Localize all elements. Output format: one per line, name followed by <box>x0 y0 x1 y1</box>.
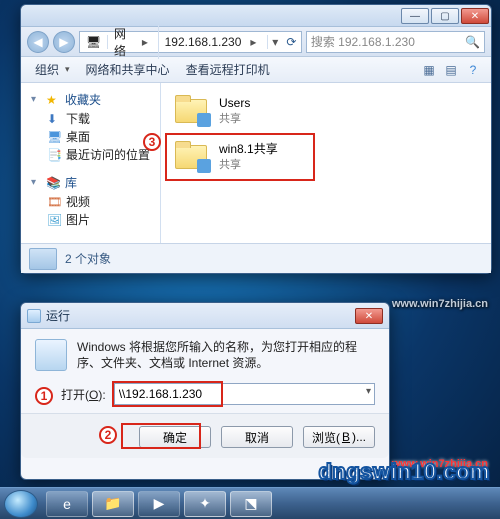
sidebar-videos-label: 视频 <box>66 193 90 210</box>
run-description: Windows 将根据您所输入的名称，为您打开相应的程序、文件夹、文档或 Int… <box>77 339 375 371</box>
sidebar-item-videos[interactable]: 🎞 视频 <box>47 193 156 210</box>
taskbar-explorer[interactable]: 📁 <box>92 491 134 517</box>
sidebar-libraries-label: 库 <box>65 174 77 191</box>
star-icon: ★ <box>46 93 60 107</box>
library-icon: 📚 <box>46 176 60 190</box>
annotation-box-2 <box>121 423 201 449</box>
sidebar-downloads-label: 下载 <box>66 110 90 127</box>
address-bar[interactable]: 🖥 网络 ▸ 192.168.1.230 ▸ ▾ ⟳ <box>79 31 302 53</box>
taskbar-app[interactable]: ⬔ <box>230 491 272 517</box>
minimize-button[interactable]: — <box>401 8 429 24</box>
folder-win81-share[interactable]: win8.1共享 共享 <box>169 137 369 177</box>
crumb-ip[interactable]: 192.168.1.230 ▸ <box>159 35 269 49</box>
crumb-computer-icon[interactable]: 🖥 <box>80 35 108 49</box>
nav-forward-button[interactable]: ▶ <box>53 31 75 53</box>
chevron-right-icon[interactable]: ▸ <box>245 35 261 49</box>
close-button[interactable]: ✕ <box>461 8 489 24</box>
explorer-window: — ▢ ✕ ◀ ▶ 🖥 网络 ▸ 192.168.1.230 ▸ ▾ ⟳ 搜索 … <box>20 4 492 274</box>
search-placeholder: 搜索 192.168.1.230 <box>311 33 415 50</box>
run-app-icon <box>35 339 67 371</box>
video-icon: 🎞 <box>47 195 61 209</box>
run-button-row: 2 确定 取消 浏览(B)... <box>21 413 389 458</box>
nav-sidebar: ▾ ★ 收藏夹 ⬇ 下载 🖥 桌面 📑 最近访问的位置 ▾ 📚 库 <box>21 83 161 243</box>
sidebar-item-pictures[interactable]: 🖼 图片 <box>47 211 156 228</box>
search-input[interactable]: 搜索 192.168.1.230 🔍 <box>306 31 485 53</box>
recent-icon: 📑 <box>47 148 61 162</box>
annotation-badge-1: 1 <box>35 387 53 405</box>
command-bar: 组织 网络和共享中心 查看远程打印机 ▦ ▤ ? <box>21 57 491 83</box>
collapse-icon: ▾ <box>31 177 41 188</box>
run-title: 运行 <box>46 307 70 324</box>
close-button[interactable]: ✕ <box>355 308 383 324</box>
open-label: 打开(O): <box>61 386 106 403</box>
maximize-button[interactable]: ▢ <box>431 8 459 24</box>
nav-bar: ◀ ▶ 🖥 网络 ▸ 192.168.1.230 ▸ ▾ ⟳ 搜索 192.16… <box>21 27 491 57</box>
sidebar-item-recent[interactable]: 📑 最近访问的位置 <box>47 146 156 163</box>
refresh-button[interactable]: ⟳ <box>282 35 301 49</box>
file-list: Users 共享 win8.1共享 共享 3 <box>161 83 491 243</box>
nav-back-button[interactable]: ◀ <box>27 31 49 53</box>
run-titlebar: 运行 ✕ <box>21 303 389 329</box>
annotation-box-1 <box>112 381 223 407</box>
view-mode-button[interactable]: ▦ <box>419 60 439 80</box>
watermark-text: www.win7zhijia.cn <box>392 298 488 310</box>
help-button[interactable]: ? <box>463 60 483 80</box>
chevron-right-icon[interactable]: ▸ <box>138 35 151 49</box>
run-icon <box>27 309 41 323</box>
run-dialog: 运行 ✕ Windows 将根据您所输入的名称，为您打开相应的程序、文件夹、文档… <box>20 302 390 480</box>
sidebar-favorites-label: 收藏夹 <box>65 91 101 108</box>
status-text: 2 个对象 <box>65 250 111 267</box>
crumb-network-label: 网络 <box>114 25 134 59</box>
collapse-icon: ▾ <box>31 94 41 105</box>
folder-users[interactable]: Users 共享 <box>169 91 369 131</box>
organize-menu[interactable]: 组织 <box>29 59 76 80</box>
crumb-network[interactable]: 网络 ▸ <box>108 25 159 59</box>
shared-folder-icon <box>173 95 211 127</box>
taskbar: e 📁 ▶ ✦ ⬔ <box>0 487 500 519</box>
picture-icon: 🖼 <box>47 213 61 227</box>
taskbar-app[interactable]: ✦ <box>184 491 226 517</box>
sidebar-recent-label: 最近访问的位置 <box>66 146 150 163</box>
sidebar-pictures-label: 图片 <box>66 211 90 228</box>
start-button[interactable] <box>4 490 38 518</box>
folder-users-name: Users <box>219 96 250 110</box>
network-center-button[interactable]: 网络和共享中心 <box>80 59 176 80</box>
sidebar-item-desktop[interactable]: 🖥 桌面 <box>47 128 156 145</box>
annotation-badge-2: 2 <box>99 426 117 444</box>
crumb-ip-label: 192.168.1.230 <box>165 35 242 49</box>
annotation-badge-3: 3 <box>143 133 161 151</box>
taskbar-ie[interactable]: e <box>46 491 88 517</box>
cancel-button[interactable]: 取消 <box>221 426 293 448</box>
address-dropdown[interactable]: ▾ <box>268 35 282 49</box>
sidebar-libraries[interactable]: ▾ 📚 库 <box>31 174 156 191</box>
view-remote-printers-button[interactable]: 查看远程打印机 <box>180 59 276 80</box>
folder-users-sub: 共享 <box>219 110 250 126</box>
preview-pane-button[interactable]: ▤ <box>441 60 461 80</box>
sidebar-favorites[interactable]: ▾ ★ 收藏夹 <box>31 91 156 108</box>
search-icon: 🔍 <box>465 35 480 49</box>
watermark-text: dngswin10.com <box>318 459 490 485</box>
download-icon: ⬇ <box>47 112 61 126</box>
taskbar-media-player[interactable]: ▶ <box>138 491 180 517</box>
desktop-icon: 🖥 <box>47 130 61 144</box>
sidebar-item-downloads[interactable]: ⬇ 下载 <box>47 110 156 127</box>
titlebar: — ▢ ✕ <box>21 5 491 27</box>
browse-button[interactable]: 浏览(B)... <box>303 426 375 448</box>
open-combobox[interactable] <box>114 383 375 405</box>
computer-icon <box>29 248 57 270</box>
shared-folder-icon <box>173 141 211 173</box>
sidebar-desktop-label: 桌面 <box>66 128 90 145</box>
status-bar: 2 个对象 <box>21 243 491 273</box>
